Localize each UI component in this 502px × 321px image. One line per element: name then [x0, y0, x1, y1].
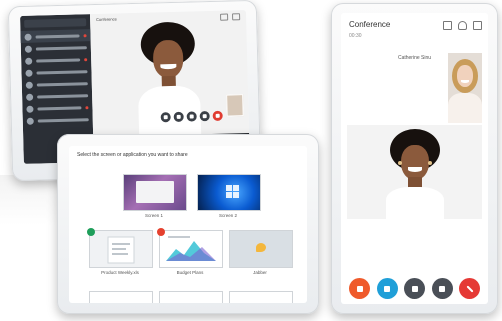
app-label: Jabber	[253, 270, 267, 275]
contact-name	[36, 69, 88, 75]
app-label: Product Weekly.xls	[101, 270, 139, 275]
chart-preview-icon	[166, 236, 216, 261]
microphone-icon	[163, 115, 168, 120]
app-thumbnail-presentation[interactable]	[157, 228, 223, 268]
contacts-search-input[interactable]	[24, 18, 87, 28]
call-control-bar	[160, 110, 223, 123]
avatar	[24, 45, 32, 53]
screen-2-label: Screen 2	[218, 213, 237, 218]
keypad-icon	[411, 285, 418, 292]
self-view-pip[interactable]	[226, 94, 244, 117]
conference-title: Conference	[349, 20, 391, 29]
mute-button[interactable]	[349, 278, 370, 299]
contact-name	[36, 81, 88, 87]
call-control-bar	[349, 278, 480, 299]
avatar	[25, 69, 33, 77]
presentation-app-icon	[157, 228, 165, 236]
contact-name	[36, 57, 81, 63]
mute-button[interactable]	[160, 112, 171, 123]
avatar	[26, 117, 34, 125]
screen-1-label: Screen 1	[144, 213, 163, 218]
window-icon[interactable]	[220, 13, 229, 21]
close-icon	[465, 284, 474, 293]
share-icon	[189, 114, 194, 119]
conference-header-icons	[443, 21, 482, 30]
avatar	[24, 33, 32, 41]
participants-icon[interactable]	[232, 13, 241, 21]
screen-1-thumbnail[interactable]	[123, 174, 187, 211]
tablet-share-dialog: Select the screen or application you wan…	[57, 134, 319, 314]
layout-icon[interactable]	[443, 21, 452, 30]
app-label: Budget Plans	[176, 270, 204, 275]
more-icon	[439, 285, 445, 292]
window-preview	[136, 181, 174, 203]
more-button[interactable]	[199, 111, 210, 122]
windows-logo-icon	[226, 185, 240, 199]
end-call-button[interactable]	[212, 110, 223, 121]
more-icon	[202, 114, 207, 119]
end-call-button[interactable]	[459, 278, 480, 299]
app-thumbnail[interactable]	[159, 291, 223, 303]
share-dialog-screen: Select the screen or application you wan…	[69, 146, 307, 303]
avatar	[26, 105, 34, 113]
contact-name	[35, 45, 87, 51]
call-header-icons	[220, 13, 241, 21]
contact-name	[37, 105, 82, 111]
remote-participant-video	[347, 125, 482, 219]
speaker-icon[interactable]	[473, 21, 482, 30]
contact-name	[37, 93, 89, 99]
reflection	[0, 175, 60, 225]
avatar	[26, 93, 34, 101]
spreadsheet-app-icon	[87, 228, 95, 236]
contact-name	[37, 117, 89, 123]
participants-icon[interactable]	[458, 21, 467, 30]
camera-icon	[176, 114, 181, 119]
keypad-button[interactable]	[404, 278, 425, 299]
tablet-conference: Conference 00:30 Catherine Sinu	[331, 3, 498, 314]
share-dialog-title: Select the screen or application you wan…	[77, 152, 188, 158]
app-thumbnail-messaging[interactable]	[229, 230, 293, 268]
share-button[interactable]	[186, 111, 197, 122]
call-timer: 00:30	[349, 33, 362, 39]
app-thumbnail[interactable]	[229, 291, 293, 303]
contact-name	[35, 33, 80, 39]
avatar	[25, 81, 33, 89]
hangup-icon	[215, 113, 220, 118]
screen-2-thumbnail[interactable]	[197, 174, 261, 211]
app-thumbnail[interactable]	[89, 291, 153, 303]
contact-item[interactable]	[23, 113, 93, 127]
self-view-pip[interactable]	[448, 53, 482, 123]
call-header-label: Conference	[96, 16, 117, 22]
chat-bubble-icon	[256, 243, 266, 252]
status-dot	[85, 105, 89, 109]
video-button[interactable]	[173, 111, 184, 122]
microphone-icon	[356, 285, 363, 292]
camera-icon	[384, 285, 390, 292]
more-button[interactable]	[431, 278, 453, 299]
status-dot	[84, 57, 88, 61]
status-dot	[83, 33, 87, 37]
app-thumbnail-spreadsheet[interactable]	[87, 228, 153, 268]
document-preview	[107, 236, 135, 264]
conference-screen: Conference 00:30 Catherine Sinu	[341, 13, 488, 304]
avatar	[25, 57, 33, 65]
video-button[interactable]	[376, 278, 398, 299]
